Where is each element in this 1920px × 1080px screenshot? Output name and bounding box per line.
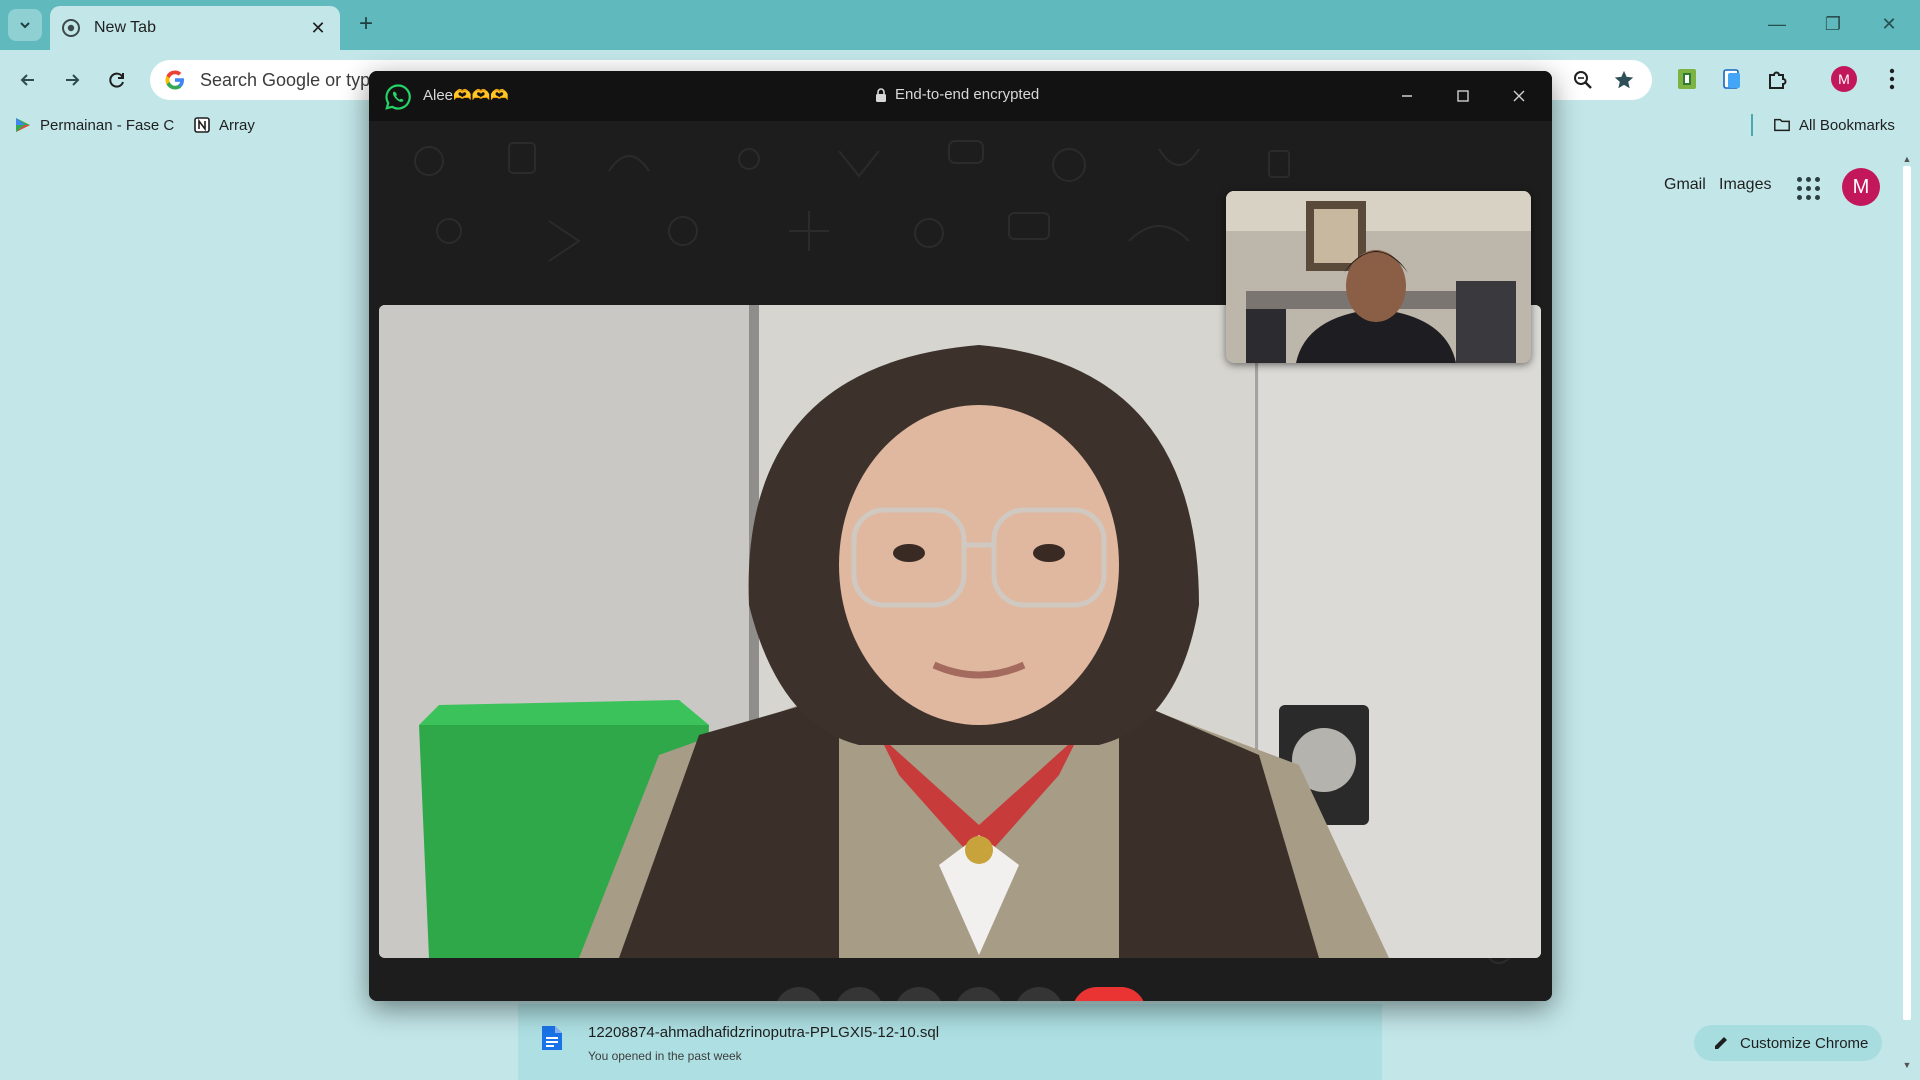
reload-icon bbox=[109, 72, 124, 88]
google-apps-icon[interactable] bbox=[1794, 174, 1820, 200]
reload-button[interactable] bbox=[101, 64, 133, 96]
all-bookmarks-button[interactable]: All Bookmarks bbox=[1773, 114, 1895, 136]
scrollbar-thumb[interactable] bbox=[1903, 166, 1911, 1020]
call-maximize-icon[interactable] bbox=[1449, 83, 1477, 109]
recent-file-subtitle: You opened in the past week bbox=[588, 1049, 742, 1063]
bookmark-label: Array bbox=[219, 116, 255, 134]
whatsapp-call-window: Alee🫶🫶🫶 End-to-end encrypted bbox=[369, 71, 1552, 1001]
customize-chrome-label: Customize Chrome bbox=[1740, 1034, 1869, 1052]
bookmark-array[interactable]: Array bbox=[193, 114, 255, 136]
call-close-icon[interactable] bbox=[1505, 83, 1533, 109]
scroll-up-icon[interactable]: ▲ bbox=[1902, 154, 1912, 164]
arrow-right-icon bbox=[66, 74, 80, 86]
tab-title: New Tab bbox=[94, 19, 156, 36]
profile-avatar-small[interactable]: M bbox=[1831, 66, 1857, 92]
remote-video-feed bbox=[379, 305, 1541, 958]
images-link[interactable]: Images bbox=[1719, 176, 1771, 194]
chrome-icon bbox=[62, 19, 80, 37]
profile-avatar[interactable]: M bbox=[1842, 168, 1880, 206]
self-participant-image bbox=[1226, 191, 1531, 363]
document-icon bbox=[542, 1026, 562, 1050]
add-person-icon bbox=[787, 999, 811, 1001]
tab-new-tab[interactable]: New Tab ✕ bbox=[50, 6, 340, 50]
back-button[interactable] bbox=[12, 64, 44, 96]
chevron-down-icon bbox=[20, 22, 30, 29]
scroll-down-icon[interactable]: ▼ bbox=[1902, 1060, 1912, 1070]
notion-icon bbox=[193, 116, 211, 134]
microphone-icon bbox=[967, 999, 991, 1001]
tab-close-icon[interactable]: ✕ bbox=[308, 18, 328, 39]
lock-icon bbox=[876, 87, 886, 102]
google-g-icon bbox=[165, 70, 184, 90]
call-stage bbox=[369, 121, 1552, 1001]
play-games-icon bbox=[14, 116, 32, 134]
all-bookmarks-label: All Bookmarks bbox=[1799, 116, 1895, 134]
call-minimize-icon[interactable] bbox=[1393, 83, 1421, 109]
more-horizontal-icon bbox=[1027, 999, 1051, 1001]
extensions-puzzle-icon[interactable] bbox=[1762, 64, 1792, 94]
customize-chrome-button[interactable]: Customize Chrome bbox=[1694, 1025, 1882, 1061]
tab-search-button[interactable] bbox=[8, 9, 42, 41]
gmail-link[interactable]: Gmail bbox=[1664, 176, 1706, 194]
remote-participant-image bbox=[379, 305, 1541, 958]
minimize-window-icon[interactable]: — bbox=[1762, 10, 1792, 38]
bookmark-permainan[interactable]: Permainan - Fase C bbox=[14, 114, 174, 136]
bookmarks-separator bbox=[1751, 114, 1753, 136]
encryption-status: End-to-end encrypted bbox=[875, 86, 1039, 103]
restore-window-icon[interactable]: ❐ bbox=[1818, 10, 1848, 38]
forward-button[interactable] bbox=[56, 64, 88, 96]
tab-strip: New Tab ✕ + — ❐ ✕ bbox=[0, 0, 1920, 50]
whatsapp-logo-icon bbox=[385, 84, 411, 110]
recent-file-item[interactable]: 12208874-ahmadhafidzrinoputra-PPLGXI5-12… bbox=[518, 1004, 1382, 1080]
extension-green-icon[interactable] bbox=[1672, 64, 1702, 94]
folder-icon bbox=[1773, 116, 1791, 134]
encryption-label: End-to-end encrypted bbox=[895, 86, 1040, 103]
call-contact-name: Alee🫶🫶🫶 bbox=[423, 87, 510, 104]
arrow-left-icon bbox=[20, 74, 34, 86]
bookmark-star-icon[interactable] bbox=[1610, 66, 1638, 94]
pencil-icon bbox=[1715, 1037, 1727, 1049]
extension-blue-icon[interactable] bbox=[1717, 64, 1747, 94]
new-tab-button[interactable]: + bbox=[352, 10, 380, 38]
recent-file-name: 12208874-ahmadhafidzrinoputra-PPLGXI5-12… bbox=[588, 1024, 940, 1041]
zoom-icon[interactable] bbox=[1569, 66, 1597, 94]
share-screen-icon bbox=[847, 999, 871, 1001]
close-window-icon[interactable]: ✕ bbox=[1874, 10, 1904, 38]
video-camera-icon bbox=[907, 999, 931, 1001]
call-title-bar: Alee🫶🫶🫶 End-to-end encrypted bbox=[369, 71, 1552, 121]
self-video-feed bbox=[1226, 191, 1531, 363]
bookmark-label: Permainan - Fase C bbox=[40, 116, 175, 134]
chrome-menu-icon[interactable] bbox=[1880, 64, 1904, 94]
